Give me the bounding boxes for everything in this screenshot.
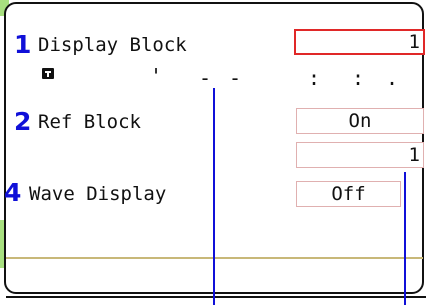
callout-number-1: 1 — [14, 30, 32, 59]
timestamp-time-sep-3: . — [386, 66, 399, 90]
callout-number-4: 4 — [4, 178, 22, 207]
timestamp-date-sep-1: ' — [150, 64, 163, 88]
wave-display-label: Wave Display — [29, 183, 167, 205]
ref-block-number-field[interactable]: 1 — [296, 142, 424, 168]
display-block-field[interactable]: 1 — [294, 29, 425, 55]
wave-display-field[interactable]: Off — [296, 181, 401, 207]
timestamp-icon — [42, 68, 54, 79]
timestamp-date-sep-3: - — [229, 66, 242, 90]
panel-bottom-edge — [6, 296, 426, 298]
callout-line-number — [404, 172, 406, 305]
timestamp-time-sep-2: : — [352, 66, 365, 90]
ref-block-toggle[interactable]: On — [296, 108, 424, 134]
ref-block-label: Ref Block — [38, 111, 141, 133]
timestamp-time-sep-1: : — [308, 66, 321, 90]
timestamp-date-sep-2: - — [199, 66, 212, 90]
display-block-label: Display Block — [38, 34, 187, 56]
callout-number-2: 2 — [14, 107, 32, 136]
callout-line-timestamp — [213, 88, 215, 305]
